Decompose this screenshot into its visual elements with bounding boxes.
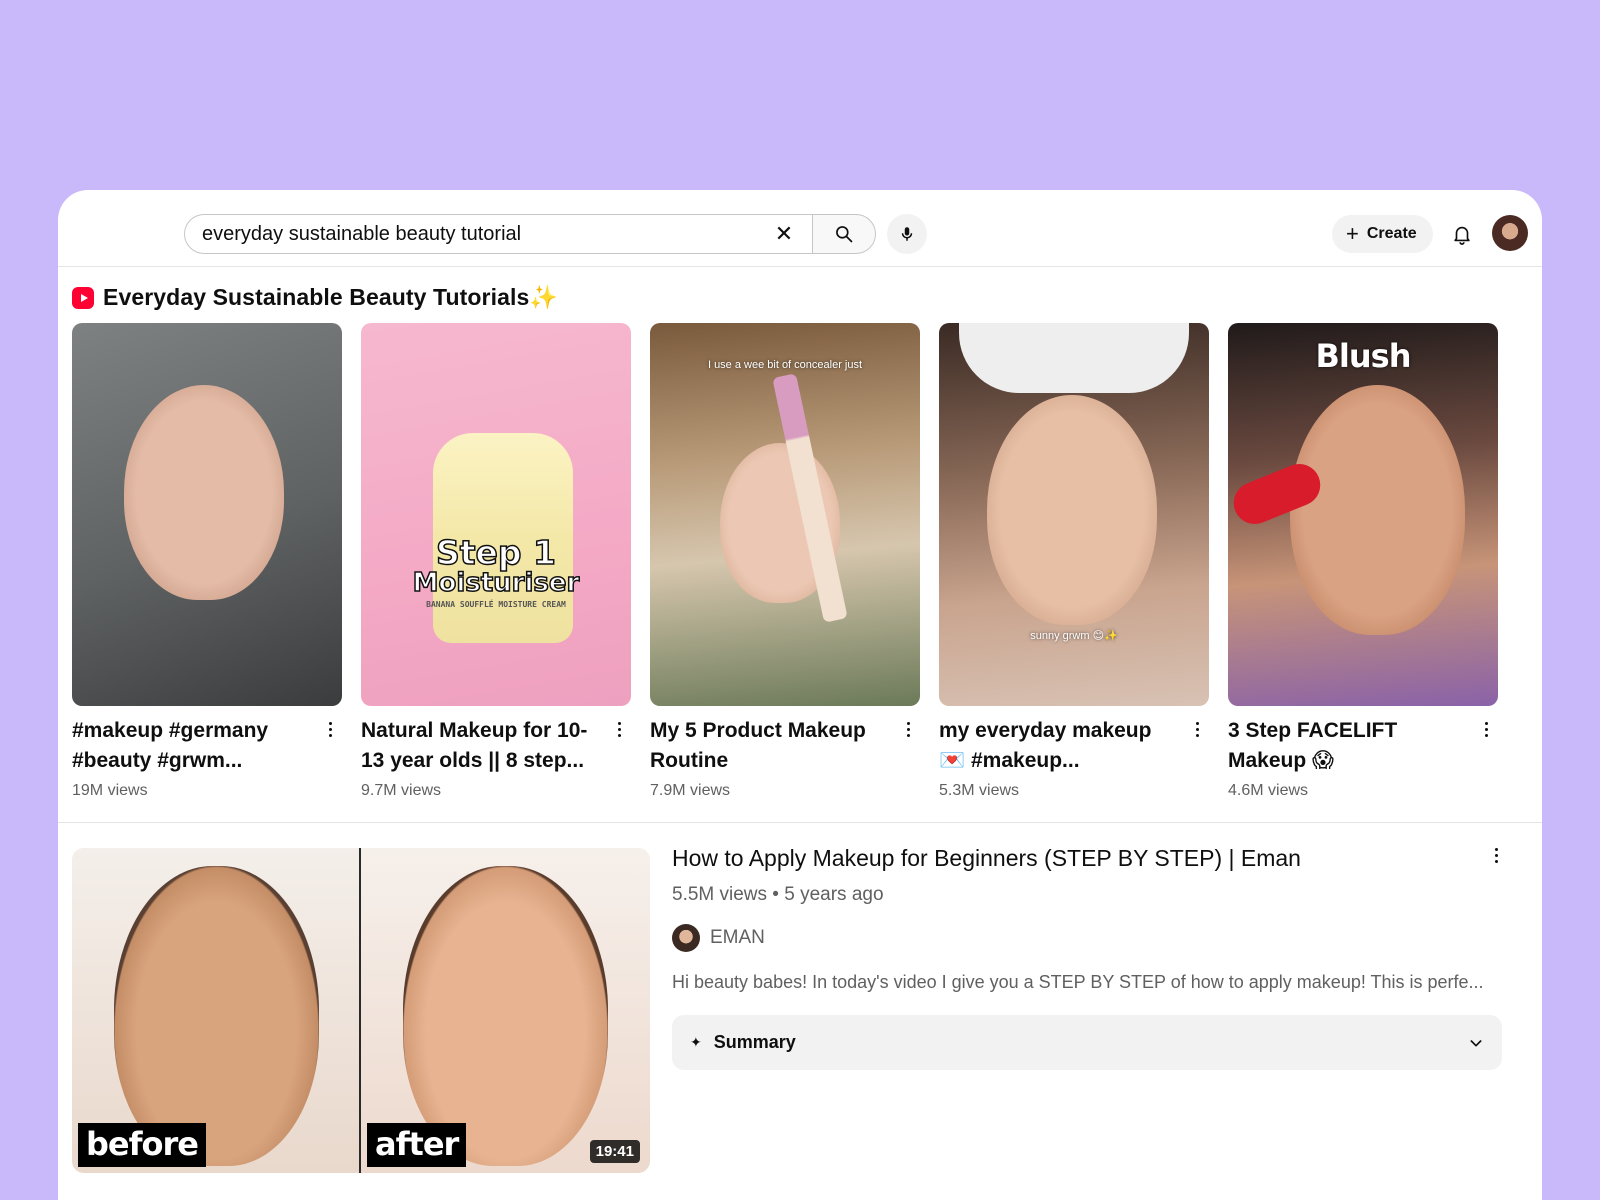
- shorts-icon: [72, 286, 94, 309]
- short-card[interactable]: Blush 3 Step FACELIFT Makeup 😱 4.6M view…: [1228, 323, 1498, 800]
- video-duration: 19:41: [589, 1140, 640, 1163]
- shelf-header: Everyday Sustainable Beauty Tutorials✨: [72, 284, 558, 311]
- short-title[interactable]: 3 Step FACELIFT Makeup 😱: [1228, 716, 1472, 776]
- short-title[interactable]: My 5 Product Makeup Routine: [650, 716, 894, 776]
- short-title[interactable]: my everyday makeup 💌 #makeup...: [939, 716, 1183, 776]
- thumbnail-overlay-text: Blush: [1315, 337, 1412, 375]
- search-box[interactable]: ✕: [184, 214, 812, 254]
- bell-icon: [1454, 226, 1470, 245]
- more-options-icon[interactable]: [900, 718, 916, 740]
- avatar[interactable]: [1492, 215, 1528, 251]
- plus-icon: +: [1346, 221, 1359, 246]
- short-views: 19M views: [72, 782, 148, 799]
- short-thumbnail[interactable]: I use a wee bit of concealer just: [650, 323, 920, 706]
- short-thumbnail[interactable]: [72, 323, 342, 706]
- channel-avatar[interactable]: [672, 924, 700, 952]
- short-card[interactable]: Step 1 Moisturiser BANANA SOUFFLÉ MOISTU…: [361, 323, 631, 800]
- short-title[interactable]: #makeup #germany #beauty #grwm...: [72, 716, 316, 776]
- create-label: Create: [1366, 225, 1417, 242]
- voice-search-button[interactable]: [887, 214, 927, 254]
- more-options-icon[interactable]: [1478, 718, 1494, 740]
- short-title[interactable]: Natural Makeup for 10-13 year olds || 8 …: [361, 716, 605, 776]
- more-options-icon[interactable]: [1488, 844, 1504, 866]
- more-options-icon[interactable]: [611, 718, 627, 740]
- short-thumbnail[interactable]: sunny grwm 😊✨: [939, 323, 1209, 706]
- search-icon: [836, 226, 853, 243]
- sparkle-icon: ✨: [529, 284, 559, 310]
- video-title[interactable]: How to Apply Makeup for Beginners (STEP …: [672, 842, 1504, 874]
- summary-expander[interactable]: ✦ Summary: [672, 1015, 1502, 1070]
- short-card[interactable]: I use a wee bit of concealer just My 5 P…: [650, 323, 920, 800]
- channel-link[interactable]: EMAN: [672, 924, 1504, 952]
- summary-label: Summary: [713, 1032, 796, 1052]
- before-label: before: [78, 1123, 206, 1167]
- thumbnail-overlay-text: sunny grwm 😊✨: [1030, 630, 1118, 642]
- short-thumbnail[interactable]: Step 1 Moisturiser BANANA SOUFFLÉ MOISTU…: [361, 323, 631, 706]
- sparkle-icon: ✦: [690, 1034, 702, 1050]
- short-card[interactable]: sunny grwm 😊✨ my everyday makeup 💌 #make…: [939, 323, 1209, 800]
- search-input[interactable]: [202, 222, 764, 246]
- thumbnail-image: [987, 395, 1157, 625]
- more-options-icon[interactable]: [322, 718, 338, 740]
- browser-window: ✕ + Create: [58, 190, 1542, 1200]
- thumbnail-image: [124, 385, 284, 600]
- video-thumbnail[interactable]: before after 19:41: [72, 848, 650, 1173]
- short-views: 7.9M views: [650, 782, 731, 799]
- after-label: after: [367, 1123, 467, 1167]
- more-options-icon[interactable]: [1189, 718, 1205, 740]
- video-info: How to Apply Makeup for Beginners (STEP …: [672, 830, 1504, 1070]
- thumbnail-overlay-text: Step 1 Moisturiser BANANA SOUFFLÉ MOISTU…: [412, 532, 580, 609]
- headband-image: [959, 323, 1189, 393]
- notifications-button[interactable]: [1444, 216, 1480, 252]
- short-views: 5.3M views: [939, 782, 1020, 799]
- top-bar: ✕ + Create: [58, 190, 1542, 267]
- thumbnail-image: [403, 866, 608, 1166]
- search-button[interactable]: [812, 214, 876, 254]
- shelf-title: Everyday Sustainable Beauty Tutorials✨: [103, 284, 558, 311]
- shelf-title-text: Everyday Sustainable Beauty Tutorials: [103, 284, 530, 310]
- video-stats: 5.5M views • 5 years ago: [672, 884, 884, 905]
- video-description: Hi beauty babes! In today's video I give…: [672, 972, 1484, 992]
- short-card[interactable]: #makeup #germany #beauty #grwm... 19M vi…: [72, 323, 342, 800]
- short-views: 4.6M views: [1228, 782, 1309, 799]
- channel-name[interactable]: EMAN: [710, 927, 765, 949]
- section-divider: [58, 822, 1542, 823]
- thumbnail-after-half: after 19:41: [361, 848, 650, 1173]
- mic-icon: [901, 227, 913, 241]
- thumbnail-overlay-text: I use a wee bit of concealer just: [707, 359, 863, 371]
- thumbnail-image: [114, 866, 319, 1166]
- short-thumbnail[interactable]: Blush: [1228, 323, 1498, 706]
- create-button[interactable]: + Create: [1332, 215, 1433, 253]
- short-views: 9.7M views: [361, 782, 442, 799]
- thumbnail-before-half: before: [72, 848, 361, 1173]
- thumbnail-image: [1290, 385, 1465, 635]
- chevron-down-icon: [1470, 1039, 1482, 1046]
- shorts-row: #makeup #germany #beauty #grwm... 19M vi…: [72, 323, 1498, 800]
- clear-icon[interactable]: ✕: [764, 214, 804, 254]
